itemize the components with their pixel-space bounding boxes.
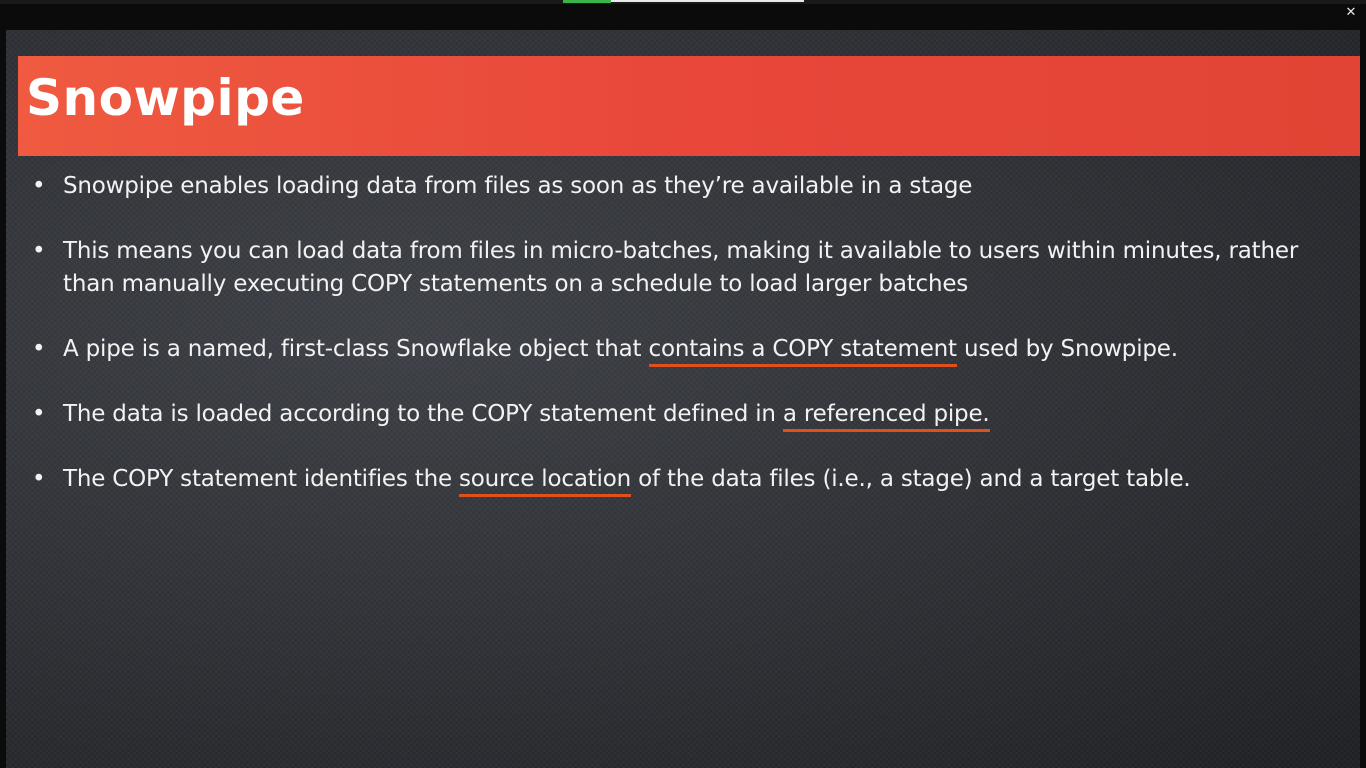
underlined-phrase: contains a COPY statement (648, 336, 957, 367)
title-bar: Snowpipe (18, 56, 1360, 156)
bullet-dot: • (32, 401, 46, 427)
top-strip (0, 0, 1366, 4)
underlined-phrase: a referenced pipe. (782, 401, 990, 432)
bullet-text: A pipe is a named, first-class Snowflake… (63, 336, 649, 362)
bullet-text: Snowpipe enables loading data from files… (63, 173, 973, 199)
bullet-item: • Snowpipe enables loading data from fil… (26, 170, 1346, 203)
bullet-item: • A pipe is a named, first-class Snowfla… (26, 333, 1346, 367)
bullet-item: • The data is loaded according to the CO… (26, 398, 1346, 432)
bullet-item: • The COPY statement identifies the sour… (26, 463, 1346, 497)
presentation-screen: ✕ Snowpipe • Snowpipe enables loading da… (0, 0, 1366, 768)
bullet-text: The COPY statement identifies the (63, 466, 460, 492)
bullet-list: • Snowpipe enables loading data from fil… (26, 170, 1346, 497)
bullet-dot: • (32, 336, 46, 362)
bullet-text-tail: used by Snowpipe. (956, 336, 1178, 362)
bullet-text: This means you can load data from files … (63, 238, 1299, 297)
exit-fullscreen-icon[interactable]: ✕ (1342, 4, 1360, 22)
slide-title: Snowpipe (26, 69, 305, 127)
bullet-text: The data is loaded according to the COPY… (63, 401, 783, 427)
bullet-dot: • (32, 466, 46, 492)
bullet-dot: • (32, 173, 46, 199)
bullet-item: • This means you can load data from file… (26, 235, 1346, 301)
top-highlight (611, 0, 804, 2)
bullet-text-tail: of the data files (i.e., a stage) and a … (630, 466, 1191, 492)
bullet-dot: • (32, 238, 46, 264)
slide: Snowpipe • Snowpipe enables loading data… (6, 30, 1360, 768)
progress-indicator (563, 0, 611, 3)
underlined-phrase: source location (459, 466, 631, 497)
